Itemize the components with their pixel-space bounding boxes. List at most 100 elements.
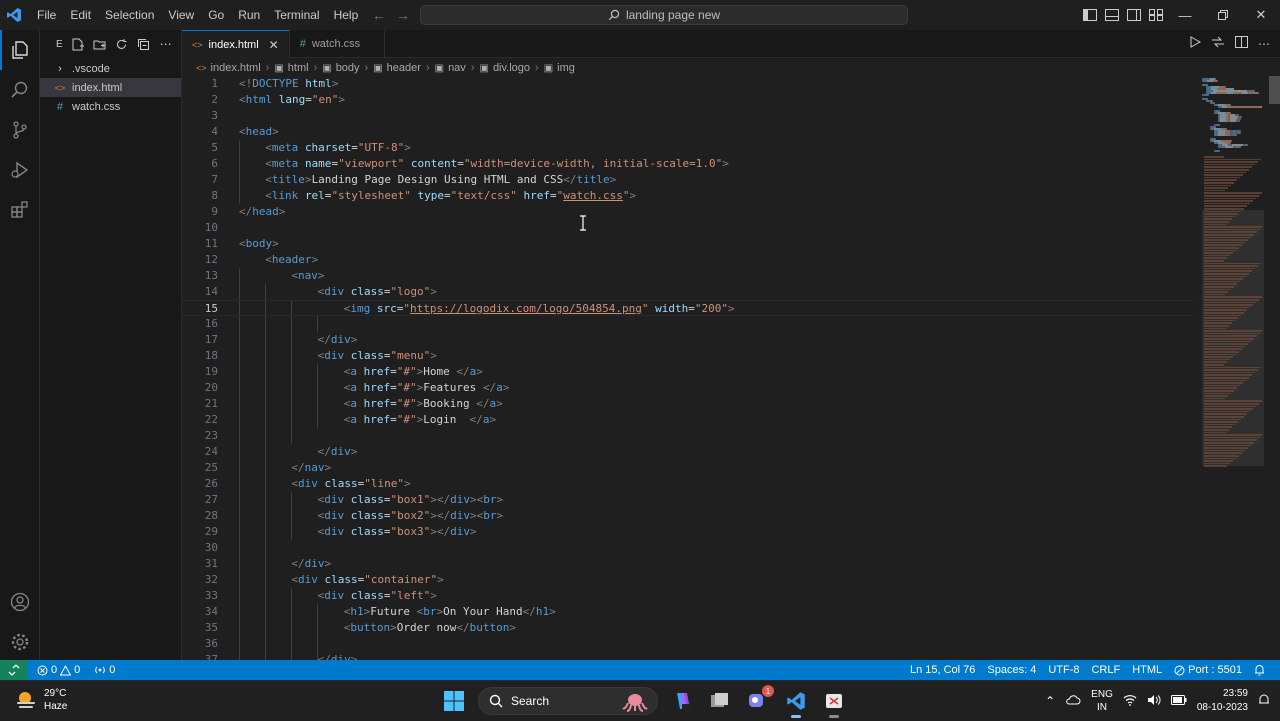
code-line[interactable]: 4 <head> (182, 124, 1194, 140)
command-center-search[interactable]: landing page new (420, 5, 908, 25)
snipping-tool-icon[interactable] (820, 687, 848, 718)
code-line[interactable]: 10 (182, 220, 1194, 236)
code-line[interactable]: 30 (182, 540, 1194, 556)
code-line[interactable]: 8 <link rel="stylesheet" type="text/css" … (182, 188, 1194, 204)
collapse-all-icon[interactable] (137, 37, 151, 51)
menu-edit[interactable]: Edit (63, 0, 98, 30)
minimap[interactable] (1194, 76, 1270, 660)
tab-index-html[interactable]: <> index.html ✕ (182, 30, 290, 58)
volume-icon[interactable] (1147, 694, 1161, 709)
code-editor[interactable]: 1 <!DOCTYPE html> 2 <html lang="en"> 3 4 <head… (182, 76, 1194, 660)
clock[interactable]: 23:59 08-10-2023 (1197, 687, 1248, 715)
notifications-bell-icon[interactable] (1249, 664, 1270, 676)
code-line[interactable]: 23 (182, 428, 1194, 444)
tree-item-vscode[interactable]: › .vscode (40, 59, 181, 78)
new-folder-icon[interactable] (93, 37, 107, 51)
extensions-icon[interactable] (0, 190, 40, 230)
code-line[interactable]: 26 <div class="line"> (182, 476, 1194, 492)
tree-item-watch-css[interactable]: # watch.css (40, 97, 181, 116)
code-line[interactable]: 36 (182, 636, 1194, 652)
code-line[interactable]: 21 <a href="#">Booking </a> (182, 396, 1194, 412)
menu-view[interactable]: View (161, 0, 201, 30)
code-line[interactable]: 35 <button>Order now</button> (182, 620, 1194, 636)
menu-go[interactable]: Go (201, 0, 231, 30)
windows-start-icon[interactable] (440, 687, 468, 715)
menu-file[interactable]: File (30, 0, 63, 30)
show-hidden-icons-icon[interactable]: ⌃ (1045, 694, 1055, 708)
maximize-icon[interactable] (1204, 0, 1242, 30)
code-line[interactable]: 9 </head> (182, 204, 1194, 220)
code-line[interactable]: 15 <img src="https://logodix.com/logo/504… (182, 300, 1194, 316)
forward-arrow-icon[interactable]: → (396, 7, 410, 23)
run-debug-icon[interactable] (0, 150, 40, 190)
code-line[interactable]: 11 <body> (182, 236, 1194, 252)
remote-indicator-icon[interactable] (0, 660, 28, 680)
breadcrumb-div-logo[interactable]: div.logo (493, 62, 530, 74)
code-line[interactable]: 14 <div class="logo"> (182, 284, 1194, 300)
back-arrow-icon[interactable]: ← (372, 7, 386, 23)
code-line[interactable]: 18 <div class="menu"> (182, 348, 1194, 364)
tab-watch-css[interactable]: # watch.css (290, 30, 386, 58)
code-line[interactable]: 28 <div class="box2"></div><br> (182, 508, 1194, 524)
ports-indicator[interactable]: 0 (89, 664, 120, 676)
close-window-icon[interactable]: ✕ (1242, 0, 1280, 30)
code-line[interactable]: 12 <header> (182, 252, 1194, 268)
customize-layout-icon[interactable] (1148, 7, 1164, 23)
code-line[interactable]: 6 <meta name="viewport" content="width=de… (182, 156, 1194, 172)
code-line[interactable]: 5 <meta charset="UTF-8"> (182, 140, 1194, 156)
code-line[interactable]: 17 </div> (182, 332, 1194, 348)
menu-terminal[interactable]: Terminal (267, 0, 326, 30)
menu-run[interactable]: Run (231, 0, 267, 30)
code-line[interactable]: 37 </div> (182, 652, 1194, 660)
code-line[interactable]: 29 <div class="box3"></div> (182, 524, 1194, 540)
live-server-port[interactable]: Port : 5501 (1169, 664, 1247, 676)
code-line[interactable]: 13 <nav> (182, 268, 1194, 284)
refresh-icon[interactable] (115, 37, 129, 51)
language-indicator[interactable]: ENG IN (1091, 688, 1113, 714)
toggle-panel-icon[interactable] (1104, 7, 1120, 23)
vertical-scrollbar[interactable] (1269, 76, 1280, 660)
breadcrumb-header[interactable]: header (387, 62, 421, 74)
code-line[interactable]: 31 </div> (182, 556, 1194, 572)
end-of-line[interactable]: CRLF (1086, 664, 1125, 676)
manage-gear-icon[interactable] (0, 622, 40, 662)
scrollbar-thumb[interactable] (1269, 76, 1280, 104)
code-line[interactable]: 20 <a href="#">Features </a> (182, 380, 1194, 396)
breadcrumb-img[interactable]: img (557, 62, 575, 74)
code-line[interactable]: 32 <div class="container"> (182, 572, 1194, 588)
source-control-icon[interactable] (0, 110, 40, 150)
breadcrumb-body[interactable]: body (336, 62, 360, 74)
vscode-taskbar-icon[interactable] (782, 687, 810, 718)
code-line[interactable]: 2 <html lang="en"> (182, 92, 1194, 108)
code-line[interactable]: 22 <a href="#">Login </a> (182, 412, 1194, 428)
breadcrumb-html[interactable]: html (288, 62, 309, 74)
breadcrumb-file[interactable]: index.html (211, 62, 261, 74)
split-editor-icon[interactable] (1235, 35, 1248, 53)
code-line[interactable]: 33 <div class="left"> (182, 588, 1194, 604)
toggle-secondary-sidebar-icon[interactable] (1126, 7, 1142, 23)
code-line[interactable]: 1 <!DOCTYPE html> (182, 76, 1194, 92)
tree-item-index-html[interactable]: <> index.html (40, 78, 181, 97)
encoding[interactable]: UTF-8 (1043, 664, 1084, 676)
code-line[interactable]: 24 </div> (182, 444, 1194, 460)
code-line[interactable]: 3 (182, 108, 1194, 124)
code-line[interactable]: 25 </nav> (182, 460, 1194, 476)
more-actions-icon[interactable]: ⋯ (159, 37, 173, 51)
explorer-icon[interactable] (0, 30, 40, 70)
compare-changes-icon[interactable] (1211, 35, 1225, 53)
toggle-primary-sidebar-icon[interactable] (1082, 7, 1098, 23)
minimize-icon[interactable]: — (1166, 0, 1204, 30)
indentation[interactable]: Spaces: 4 (982, 664, 1041, 676)
battery-icon[interactable] (1170, 694, 1187, 708)
run-icon[interactable] (1189, 35, 1202, 53)
language-mode[interactable]: HTML (1127, 664, 1167, 676)
problems-indicator[interactable]: 0 0 (32, 664, 85, 676)
search-view-icon[interactable] (0, 70, 40, 110)
taskbar-search[interactable]: Search (478, 687, 658, 715)
menu-selection[interactable]: Selection (98, 0, 161, 30)
code-line[interactable]: 7 <title>Landing Page Design Using HTML a… (182, 172, 1194, 188)
menu-help[interactable]: Help (327, 0, 366, 30)
breadcrumb-nav[interactable]: nav (448, 62, 466, 74)
accounts-icon[interactable] (0, 582, 40, 622)
weather-widget[interactable]: 29°C Haze (14, 687, 67, 713)
